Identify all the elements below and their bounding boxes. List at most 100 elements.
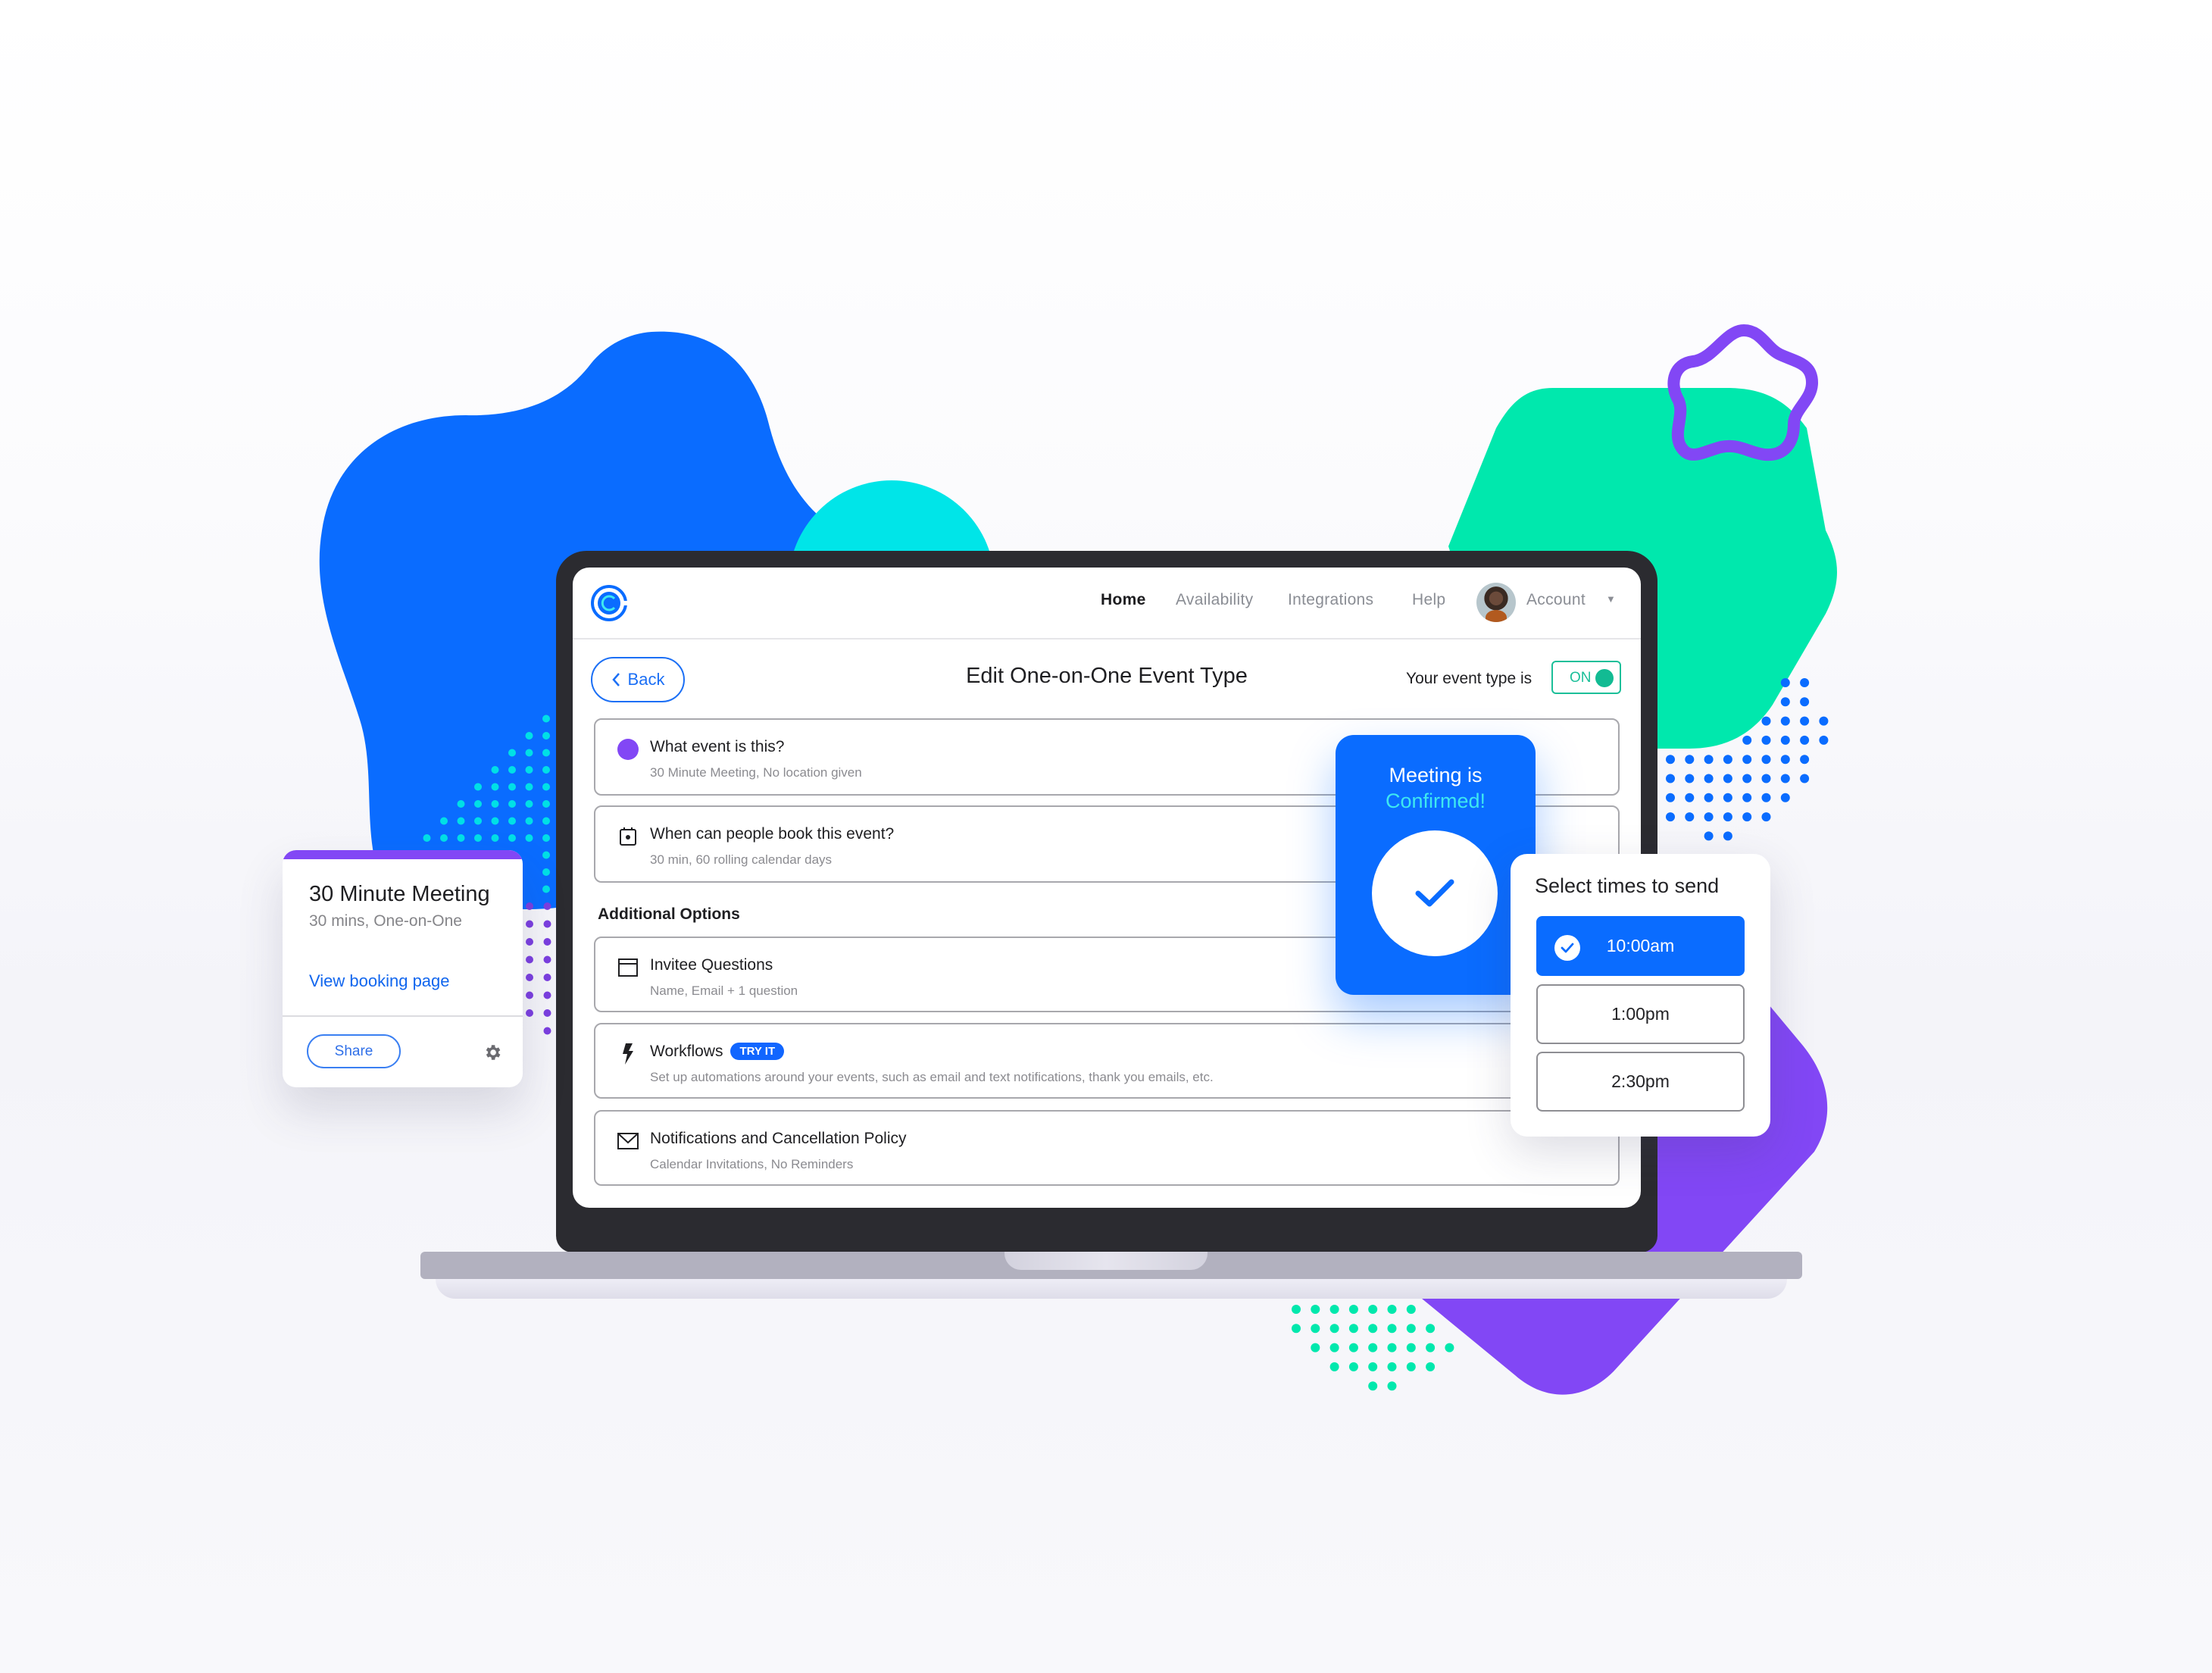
- green-dot: [1348, 1305, 1358, 1314]
- green-dot: [1368, 1381, 1378, 1391]
- view-booking-page-link[interactable]: View booking page: [309, 971, 450, 991]
- nav-account[interactable]: Account: [1526, 591, 1586, 609]
- blue-dot: [1742, 774, 1752, 783]
- app-header: Home Availability Integrations Help Acco…: [573, 568, 1641, 639]
- purple-dot: [526, 920, 533, 928]
- green-dot: [1329, 1362, 1339, 1371]
- meeting-card: 30 Minute Meeting 30 mins, One-on-One Vi…: [283, 850, 523, 1087]
- green-dot: [1445, 1343, 1454, 1352]
- nav-help[interactable]: Help: [1412, 591, 1445, 609]
- blue-dot: [1819, 716, 1829, 726]
- meeting-card-accent: [283, 850, 523, 859]
- purple-dot: [526, 955, 533, 964]
- envelope-icon: [617, 1130, 639, 1152]
- green-dot: [1311, 1343, 1320, 1352]
- green-dot: [1329, 1343, 1339, 1352]
- blue-dot: [1761, 812, 1771, 822]
- green-dot: [1329, 1305, 1339, 1314]
- chevron-down-icon[interactable]: ▼: [1606, 593, 1616, 605]
- laptop-base-edge: [436, 1279, 1787, 1299]
- blue-dot: [1761, 793, 1771, 802]
- blue-dot: [1685, 774, 1695, 783]
- form-icon: [617, 956, 639, 979]
- blue-dot: [1685, 755, 1695, 765]
- row-title: Workflows TRY IT: [650, 1043, 785, 1061]
- blue-dot: [1723, 755, 1732, 765]
- blue-dot: [1761, 735, 1771, 745]
- cyan-dot: [542, 783, 550, 791]
- blue-dot: [1742, 793, 1752, 802]
- cyan-dot: [542, 800, 550, 808]
- time-slot-230pm[interactable]: 2:30pm: [1536, 1052, 1745, 1112]
- blue-dot: [1780, 678, 1790, 687]
- share-button[interactable]: Share: [307, 1034, 401, 1068]
- purple-dot: [526, 1009, 533, 1017]
- row-workflows[interactable]: Workflows TRY IT Set up automations aroun…: [594, 1023, 1620, 1099]
- time-slot-1000am[interactable]: 10:00am: [1536, 916, 1745, 976]
- green-dot: [1387, 1381, 1397, 1391]
- cyan-dot: [440, 834, 448, 842]
- row-notifications[interactable]: Notifications and Cancellation Policy Ca…: [594, 1110, 1620, 1186]
- nav-home[interactable]: Home: [1101, 591, 1146, 609]
- try-it-badge[interactable]: TRY IT: [730, 1043, 785, 1060]
- green-dot: [1426, 1362, 1436, 1371]
- cyan-dot: [525, 834, 533, 842]
- cyan-dot: [491, 766, 499, 774]
- event-type-toggle[interactable]: ON: [1551, 661, 1621, 694]
- select-times-card: Select times to send 10:00am 1:00pm 2:30…: [1511, 854, 1770, 1137]
- blue-dot: [1819, 735, 1829, 745]
- cyan-dot: [542, 817, 550, 825]
- green-dot: [1368, 1343, 1378, 1352]
- cyan-dot: [457, 817, 465, 825]
- blue-dot: [1742, 735, 1752, 745]
- toggle-label: ON: [1570, 670, 1592, 686]
- purple-dot: [543, 991, 551, 999]
- blue-dot: [1723, 774, 1732, 783]
- blue-dot: [1704, 812, 1714, 822]
- green-dot: [1406, 1324, 1416, 1334]
- purple-dot: [543, 1027, 551, 1035]
- cyan-dot: [457, 800, 465, 808]
- cyan-dot: [474, 783, 482, 791]
- cyan-dot: [474, 817, 482, 825]
- blue-dot: [1704, 774, 1714, 783]
- purple-dot: [526, 938, 533, 946]
- blue-dot: [1685, 793, 1695, 802]
- green-dot: [1387, 1343, 1397, 1352]
- gear-icon[interactable]: [483, 1043, 502, 1062]
- cyan-dot: [525, 800, 533, 808]
- blue-dot: [1723, 812, 1732, 822]
- nav-availability[interactable]: Availability: [1176, 591, 1253, 609]
- cyan-dot: [525, 749, 533, 757]
- purple-dot: [543, 1009, 551, 1017]
- purple-dot: [543, 974, 551, 981]
- blue-dot: [1704, 755, 1714, 765]
- calendly-logo-icon[interactable]: [590, 584, 628, 622]
- purple-dot: [543, 938, 551, 946]
- green-dot: [1292, 1305, 1301, 1314]
- cyan-dot: [542, 834, 550, 842]
- blue-dot: [1800, 716, 1810, 726]
- green-dot: [1387, 1305, 1397, 1314]
- blue-dot: [1742, 812, 1752, 822]
- green-dot: [1348, 1343, 1358, 1352]
- calendar-icon: [617, 825, 639, 848]
- confirmation-line1: Meeting is: [1389, 764, 1482, 786]
- avatar[interactable]: [1476, 583, 1516, 622]
- blue-dot: [1800, 774, 1810, 783]
- cyan-dot: [440, 817, 448, 825]
- blue-dot: [1780, 716, 1790, 726]
- cyan-dot: [491, 800, 499, 808]
- green-dot: [1329, 1324, 1339, 1334]
- time-slot-100pm[interactable]: 1:00pm: [1536, 984, 1745, 1044]
- blue-dot: [1761, 755, 1771, 765]
- cyan-dot: [508, 749, 516, 757]
- green-dot: [1426, 1324, 1436, 1334]
- blue-dot: [1780, 697, 1790, 707]
- nav-integrations[interactable]: Integrations: [1288, 591, 1373, 609]
- green-dot: [1292, 1324, 1301, 1334]
- cyan-dot: [542, 715, 550, 723]
- green-dot: [1348, 1362, 1358, 1371]
- cyan-dot: [525, 732, 533, 740]
- purple-dot: [543, 902, 551, 910]
